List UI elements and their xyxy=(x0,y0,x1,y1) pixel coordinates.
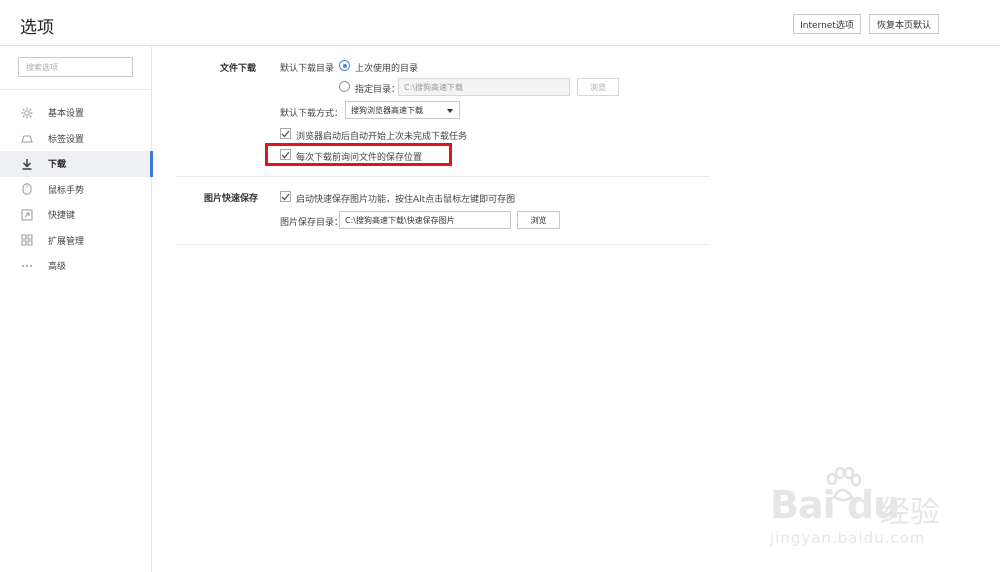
sidebar-item-label: 下载 xyxy=(48,160,67,171)
more-icon xyxy=(20,259,34,273)
sidebar-item-advanced[interactable]: 高级 xyxy=(0,253,152,279)
default-dir-label: 默认下载目录 xyxy=(280,64,335,74)
check-icon xyxy=(281,193,290,200)
download-method-select[interactable]: 搜狗浏览器高速下载 xyxy=(345,101,460,119)
image-dir-browse-button[interactable]: 浏览 xyxy=(517,211,560,229)
download-method-value: 搜狗浏览器高速下载 xyxy=(351,105,423,115)
header: 选项 Internet选项 恢复本页默认 xyxy=(0,0,1000,46)
sidebar-divider xyxy=(0,89,152,90)
section-title: 文件下载 xyxy=(220,64,257,74)
sidebar-item-tabs[interactable]: 标签设置 xyxy=(0,126,152,152)
search-input[interactable] xyxy=(18,57,133,77)
quick-save-label: 启动快速保存图片功能，按住Alt点击鼠标左键即可存图 xyxy=(296,195,516,205)
download-icon xyxy=(20,157,34,171)
sidebar-item-label: 鼠标手势 xyxy=(48,185,85,196)
radio-specify-dir[interactable] xyxy=(339,81,350,92)
download-method-label: 默认下载方式： xyxy=(280,109,344,119)
radio-specify-label: 指定目录： xyxy=(355,85,401,95)
sidebar-nav: 基本设置 标签设置 下载 鼠标手势 快捷键 扩展管理 高级 xyxy=(0,100,153,279)
sidebar-item-basic[interactable]: 基本设置 xyxy=(0,100,152,126)
sidebar-item-mouse-gesture[interactable]: 鼠标手势 xyxy=(0,177,152,203)
extensions-icon xyxy=(20,233,34,247)
watermark-url: jingyan.baidu.com xyxy=(770,529,926,547)
sidebar-item-label: 基本设置 xyxy=(48,109,85,120)
page-title: 选项 xyxy=(20,18,54,38)
section-title: 图片快速保存 xyxy=(204,194,259,204)
quick-save-checkbox[interactable] xyxy=(280,191,291,202)
sidebar-item-label: 快捷键 xyxy=(48,211,76,222)
image-dir-label: 图片保存目录： xyxy=(280,218,344,228)
specify-dir-browse-button[interactable]: 浏览 xyxy=(577,78,619,96)
sidebar-item-label: 标签设置 xyxy=(48,134,85,145)
sidebar-item-label: 扩展管理 xyxy=(48,236,85,247)
image-dir-input[interactable]: C:\搜狗高速下载\快速保存图片 xyxy=(339,211,511,229)
sidebar-item-shortcuts[interactable]: 快捷键 xyxy=(0,202,152,228)
shortcut-icon xyxy=(20,208,34,222)
internet-options-button[interactable]: Internet选项 xyxy=(793,14,861,34)
tab-icon xyxy=(20,131,34,145)
highlight-box xyxy=(265,143,452,166)
chevron-down-icon xyxy=(447,109,453,113)
gear-icon xyxy=(20,106,34,120)
resume-downloads-checkbox[interactable] xyxy=(280,128,291,139)
radio-last-used-dir[interactable] xyxy=(339,60,350,71)
watermark-cn: 经验 xyxy=(880,495,940,530)
sidebar-item-download[interactable]: 下载 xyxy=(0,151,153,177)
sidebar: 基本设置 标签设置 下载 鼠标手势 快捷键 xyxy=(0,47,153,572)
mouse-icon xyxy=(20,182,34,196)
sidebar-item-label: 高级 xyxy=(48,262,67,273)
specify-dir-input[interactable]: C:\搜狗高速下载 xyxy=(398,78,570,96)
radio-last-used-label: 上次使用的目录 xyxy=(355,64,419,74)
sidebar-item-extensions[interactable]: 扩展管理 xyxy=(0,228,152,254)
restore-defaults-button[interactable]: 恢复本页默认 xyxy=(869,14,939,34)
check-icon xyxy=(281,130,290,137)
baidu-jingyan-watermark: Bai du 经验 jingyan.baidu.com xyxy=(762,465,952,555)
resume-downloads-label: 浏览器启动后自动开始上次未完成下载任务 xyxy=(296,132,468,142)
